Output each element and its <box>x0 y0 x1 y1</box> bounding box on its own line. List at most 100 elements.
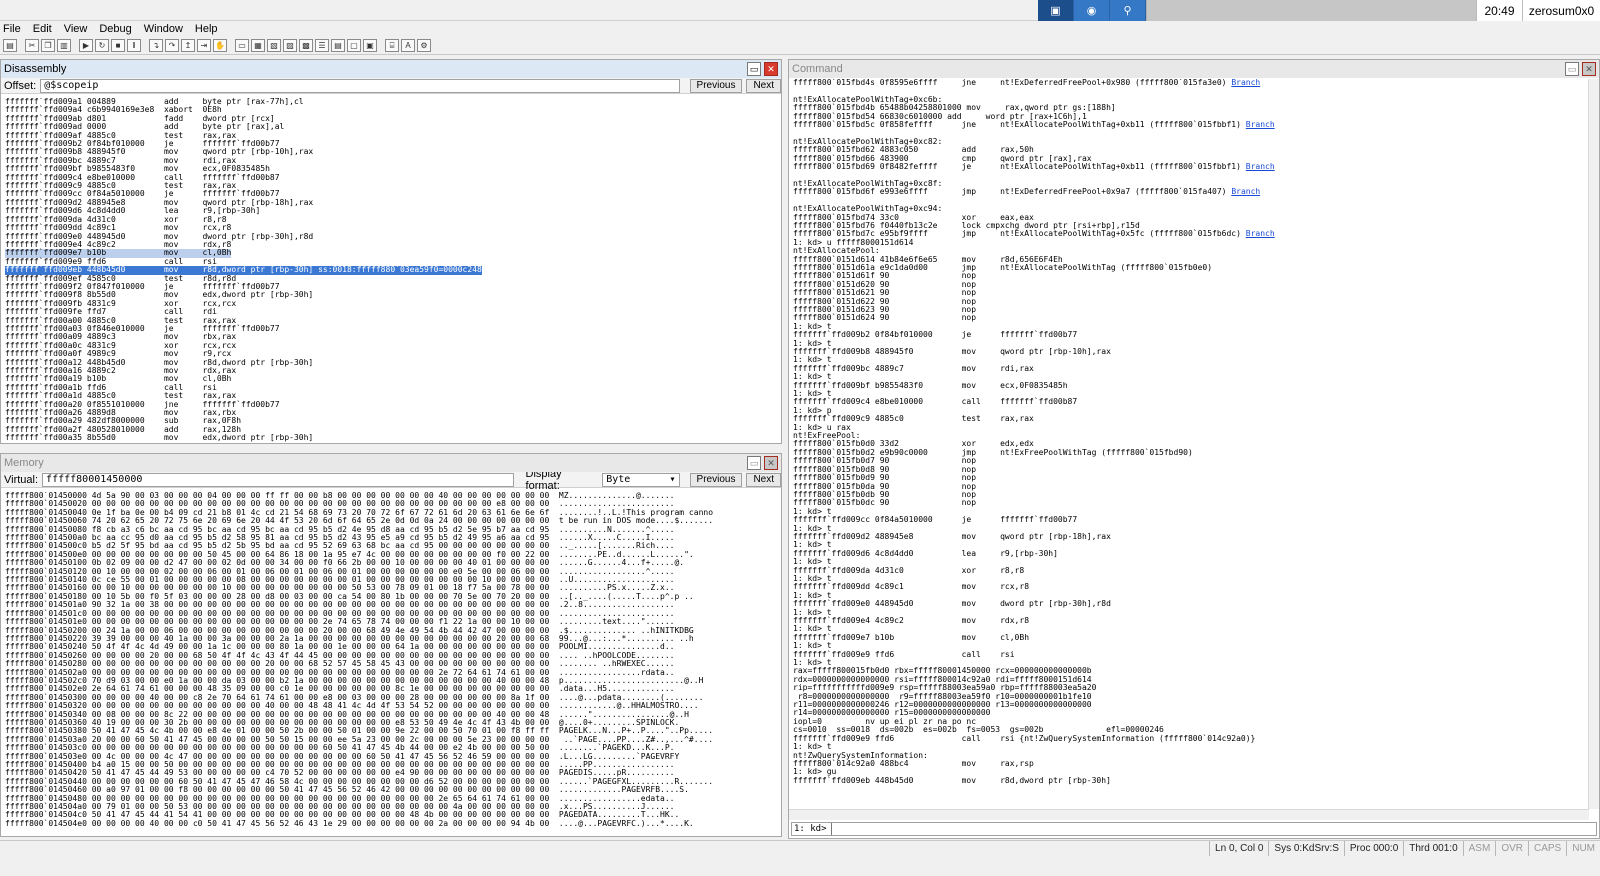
menu-view[interactable]: View <box>64 23 88 35</box>
menu-help[interactable]: Help <box>195 23 218 35</box>
command-window-icon[interactable]: ▭ <box>235 39 249 52</box>
memory-toolbar: Virtual: fffff80001450000 Display format… <box>1 468 781 492</box>
step-out-icon[interactable]: ↥ <box>181 39 195 52</box>
next-button[interactable]: Next <box>746 472 781 487</box>
previous-button[interactable]: Previous <box>689 78 743 93</box>
command-horizontal-scrollbar[interactable] <box>789 809 1589 820</box>
taskbar-app-network[interactable]: ⚲ <box>1110 0 1146 21</box>
command-output-line: fffffff`ffd009dd 4c89c1 mov rcx,r8 <box>793 583 1583 591</box>
source-mode-icon[interactable]: ⌸ <box>385 39 399 52</box>
dock-icon[interactable]: ▭ <box>747 456 761 470</box>
status-position: Ln 0, Col 0 <box>1209 841 1268 856</box>
command-output-line: fffffff`ffd009da 4d31c0 xor r8,r8 <box>793 566 1583 575</box>
branch-link[interactable]: Branch <box>1246 120 1275 129</box>
go-icon[interactable]: ▶ <box>79 39 93 52</box>
disassembly-line[interactable]: fffffff`ffd00a35 8b55d0 mov edx,dword pt… <box>5 433 775 442</box>
dock-icon[interactable]: ▭ <box>1565 62 1579 76</box>
command-output-line: fffff800`015fbd6f e993e6ffff jmp nt!ExDe… <box>793 188 1583 196</box>
options-icon[interactable]: ⚙ <box>417 39 431 52</box>
command-vertical-scrollbar[interactable] <box>1588 79 1599 809</box>
command-output-line: fffffff`ffd009e4 4c89c2 mov rdx,r8 <box>793 616 1583 625</box>
offset-label: Offset: <box>4 79 37 92</box>
registers-window-icon[interactable]: ▨ <box>283 39 297 52</box>
dock-icon[interactable]: ▭ <box>747 62 761 76</box>
close-icon[interactable]: ✕ <box>1582 62 1596 76</box>
status-num: NUM <box>1566 841 1600 856</box>
open-icon[interactable]: ▤ <box>3 39 17 52</box>
branch-link[interactable]: Branch <box>1246 162 1275 171</box>
restart-icon[interactable]: ↻ <box>95 39 109 52</box>
step-into-icon[interactable]: ↴ <box>149 39 163 52</box>
command-output-line: fffff800`015fbd4s 0f8595e6ffff jne nt!Ex… <box>793 79 1583 87</box>
display-format-value: Byte <box>606 473 631 485</box>
menu-file[interactable]: File <box>3 23 21 35</box>
status-process: Proc 000:0 <box>1343 841 1403 856</box>
panel-title: Memory <box>4 457 44 469</box>
menu-debug[interactable]: Debug <box>99 23 131 35</box>
copy-icon[interactable]: ❐ <box>41 39 55 52</box>
command-output-text: fffffff`ffd009e9 ffd6 call rsi {nt!ZwQue… <box>793 733 1256 743</box>
command-output-line: fffffff`ffd009bf b9855483f0 mov ecx,0F08… <box>793 381 1583 390</box>
font-icon[interactable]: A <box>401 39 415 52</box>
branch-link[interactable]: Branch <box>1246 229 1275 238</box>
run-to-cursor-icon[interactable]: ⇥ <box>197 39 211 52</box>
windbg-window: ▣ ◉ ⚲ 20:49 zerosum0x0 File Edit View De… <box>0 0 1600 876</box>
step-over-icon[interactable]: ↷ <box>165 39 179 52</box>
disassembly-window-icon[interactable]: ▤ <box>331 39 345 52</box>
menu-edit[interactable]: Edit <box>33 23 52 35</box>
processes-window-icon[interactable]: ▣ <box>363 39 377 52</box>
cut-icon[interactable]: ✂ <box>25 39 39 52</box>
close-icon[interactable]: ✕ <box>764 456 778 470</box>
command-output-line: fffffff`ffd009e9 ffd6 call rsi {nt!ZwQue… <box>793 733 1583 743</box>
chevron-down-icon: ▾ <box>669 473 676 485</box>
disassembly-toolbar: Offset: @$scopeip Previous Next <box>1 78 781 94</box>
command-output-text: fffff800`015fbd69 0f8482feffff je nt!ExA… <box>793 162 1241 172</box>
disassembly-listing[interactable]: fffffff`ffd009a1 004889 add byte ptr [ra… <box>5 98 775 443</box>
offset-input[interactable]: @$scopeip <box>40 78 680 93</box>
callstack-window-icon[interactable]: ☰ <box>315 39 329 52</box>
command-output-text: fffffff`ffd009d6 4c8d4dd0 lea r9,[rbp-30… <box>793 548 1058 558</box>
memory-line[interactable]: fffff800`014504e0 00 00 00 00 40 00 00 c… <box>5 819 779 828</box>
command-output-line: fffffff`ffd009b8 488945f0 mov qword ptr … <box>793 347 1583 356</box>
network-icon: ⚲ <box>1123 5 1132 17</box>
command-output-text: fffffff`ffd009e0 448945d0 mov dword ptr … <box>793 599 1111 609</box>
display-format-select[interactable]: Byte ▾ <box>602 472 680 487</box>
virtual-address-input[interactable]: fffff80001450000 <box>42 472 514 487</box>
command-output[interactable]: fffff800`015fbd4s 0f8595e6ffff jne nt!Ex… <box>793 79 1583 809</box>
close-icon[interactable]: ✕ <box>764 62 778 76</box>
command-output-line: fffffff`ffd009e9 ffd6 call rsi <box>793 650 1583 659</box>
disassembly-titlebar: Disassembly ▭ ✕ <box>1 60 781 78</box>
globe-icon: ◉ <box>1086 5 1097 17</box>
break-icon[interactable]: ‖ <box>127 39 141 52</box>
command-output-text: fffffff`ffd009eb 448b45d0 mov r8d,dword … <box>793 775 1111 785</box>
locals-window-icon[interactable]: ▧ <box>267 39 281 52</box>
previous-button[interactable]: Previous <box>689 472 743 487</box>
memory-panel: Memory ▭ ✕ Virtual: fffff80001450000 Dis… <box>0 453 782 837</box>
command-output-text: fffff800`015fbd4s 0f8595e6ffff jne nt!Ex… <box>793 79 1227 87</box>
status-caps: CAPS <box>1527 841 1566 856</box>
user-name[interactable]: zerosum0x0 <box>1522 0 1600 21</box>
next-button[interactable]: Next <box>746 78 781 93</box>
taskbar-tray: ▣ ◉ ⚲ 20:49 zerosum0x0 <box>1038 0 1600 21</box>
watch-window-icon[interactable]: ▦ <box>251 39 265 52</box>
command-output-line: fffff800`015fbd5c 0f858feffff jne nt!ExA… <box>793 120 1583 129</box>
command-output-line: fffff800`0151d624 90 nop <box>793 314 1583 322</box>
branch-link[interactable]: Branch <box>1231 79 1260 87</box>
stop-icon[interactable]: ■ <box>111 39 125 52</box>
memory-window-icon[interactable]: ▩ <box>299 39 313 52</box>
command-output-line: fffffff`ffd009e7 b10b mov cl,0Bh <box>793 633 1583 642</box>
clock: 20:49 <box>1476 0 1522 21</box>
command-output-line: fffffff`ffd009b2 0f84bf010000 je fffffff… <box>793 330 1583 339</box>
paste-icon[interactable]: ▥ <box>57 39 71 52</box>
taskbar-app-browser[interactable]: ◉ <box>1074 0 1110 21</box>
command-titlebar: Command ▭ ✕ <box>789 60 1599 78</box>
menu-window[interactable]: Window <box>144 23 183 35</box>
command-input[interactable] <box>830 823 1596 835</box>
taskbar-app-windbg[interactable]: ▣ <box>1038 0 1074 21</box>
scratch-window-icon[interactable]: ▢ <box>347 39 361 52</box>
memory-dump[interactable]: fffff800`01450000 4d 5a 90 00 03 00 00 0… <box>5 492 779 836</box>
command-output-line: 1: kd> u fffff8000151d614 <box>793 238 1583 247</box>
command-prompt: 1: kd> <box>794 823 827 834</box>
breakpoint-hand-icon[interactable]: ✋ <box>213 39 227 52</box>
branch-link[interactable]: Branch <box>1231 187 1260 196</box>
